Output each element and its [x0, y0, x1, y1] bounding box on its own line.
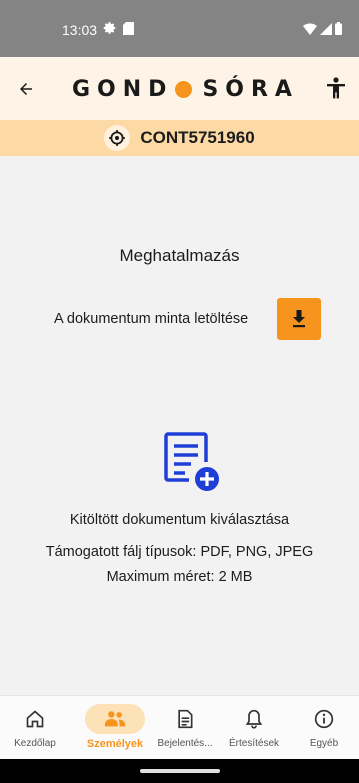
home-icon	[26, 710, 44, 728]
sd-card-icon	[123, 21, 134, 38]
signal-icon	[320, 22, 332, 38]
nav-item-notifications[interactable]: Értesítések	[219, 696, 289, 760]
back-button[interactable]	[14, 77, 38, 101]
battery-icon	[335, 22, 342, 38]
nav-item-reports[interactable]: Bejelentés...	[150, 696, 220, 760]
nav-item-other[interactable]: Egyéb	[289, 696, 359, 760]
page-title: Meghatalmazás	[119, 246, 240, 265]
arrow-left-icon	[20, 83, 32, 95]
brand-logo: GOND SÓRA	[72, 74, 299, 104]
document-icon	[178, 709, 193, 729]
info-icon	[314, 709, 334, 729]
max-size: Maximum méret: 2 MB	[106, 569, 253, 585]
accessibility-button[interactable]	[323, 75, 349, 101]
app-header: GOND SÓRA	[0, 57, 359, 121]
accessibility-icon	[327, 77, 345, 99]
people-icon	[104, 711, 126, 727]
target-icon	[104, 125, 131, 151]
contract-id: CONT5751960	[140, 128, 255, 147]
contract-selector[interactable]: CONT5751960	[104, 125, 255, 151]
nav-item-people[interactable]: Személyek	[80, 696, 150, 760]
gesture-handle[interactable]	[140, 769, 220, 773]
download-row: A dokumentum minta letöltése	[0, 298, 359, 340]
status-right-icons	[303, 22, 342, 38]
status-left-icons	[103, 21, 134, 38]
gesture-bar	[0, 759, 359, 783]
nav-label-notifications: Értesítések	[228, 738, 280, 749]
download-button[interactable]	[277, 298, 321, 340]
nav-item-home[interactable]: Kezdőlap	[0, 696, 70, 760]
supported-types: Támogatott fálj típusok: PDF, PNG, JPEG	[45, 544, 314, 560]
nav-label-home: Kezdőlap	[14, 738, 56, 749]
upload-document-button[interactable]	[160, 430, 224, 494]
document-add-icon	[164, 432, 219, 491]
bell-icon	[245, 709, 263, 729]
upload-title: Kitöltött dokumentum kiválasztása	[69, 512, 290, 528]
nav-label-reports: Bejelentés...	[157, 738, 213, 749]
brand-part1: GOND	[72, 76, 174, 102]
bottom-nav: Kezdőlap Személyek Bejelentés... Értesít…	[0, 695, 359, 760]
brand-dot	[175, 80, 193, 98]
status-bar: 13:03	[0, 0, 359, 57]
nav-label-other: Egyéb	[309, 738, 339, 749]
wifi-icon	[303, 22, 317, 38]
settings-icon	[103, 21, 117, 38]
download-icon	[293, 310, 305, 328]
download-label: A dokumentum minta letöltése	[54, 311, 249, 327]
contract-bar: CONT5751960	[0, 120, 359, 156]
nav-label-people: Személyek	[86, 738, 144, 750]
brand-part2: SÓRA	[202, 76, 299, 102]
status-time: 13:03	[62, 22, 98, 38]
